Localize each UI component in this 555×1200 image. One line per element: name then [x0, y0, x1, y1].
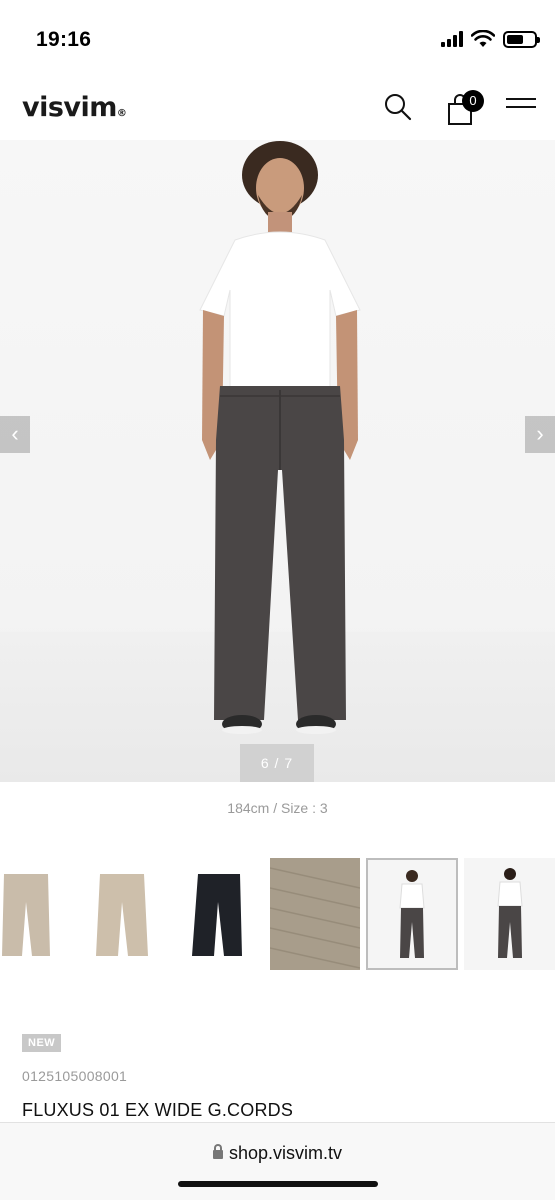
thumbnail-model-back[interactable] — [464, 858, 555, 970]
chevron-left-icon: ‹ — [11, 421, 19, 446]
menu-button[interactable] — [506, 98, 536, 118]
beige-pants-thumbnail — [0, 858, 84, 970]
black-pants-thumbnail — [172, 858, 264, 970]
wifi-icon — [471, 30, 495, 47]
previous-image-button[interactable]: ‹ — [0, 416, 30, 453]
browser-address-bar[interactable]: shop.visvim.tv — [0, 1122, 555, 1200]
thumbnail-beige-front[interactable] — [0, 858, 84, 970]
product-title: FLUXUS 01 EX WIDE G.CORDS — [22, 1100, 294, 1120]
thumbnail-model-front[interactable] — [366, 858, 458, 970]
home-indicator[interactable] — [178, 1181, 378, 1187]
image-counter: 6 / 7 — [240, 744, 314, 782]
thumbnail-fabric[interactable] — [270, 858, 360, 970]
cart-button[interactable]: 0 — [444, 88, 488, 125]
cart-count-badge: 0 — [462, 90, 484, 112]
lock-icon — [212, 1144, 223, 1159]
menu-icon-bar — [506, 98, 536, 100]
battery-icon — [503, 30, 540, 48]
logo-text: visvim — [22, 92, 117, 123]
chevron-right-icon: › — [536, 421, 544, 446]
new-badge: NEW — [22, 1034, 62, 1052]
menu-icon-bar — [506, 106, 536, 108]
status-time: 19:16 — [36, 28, 92, 51]
url-display[interactable]: shop.visvim.tv — [0, 1143, 555, 1164]
next-image-button[interactable]: › — [525, 416, 555, 453]
url-text: shop.visvim.tv — [228, 1143, 343, 1163]
image-caption: 184cm / Size : 3 — [227, 800, 328, 816]
model-photo — [199, 141, 361, 734]
status-bar: 19:16 — [0, 0, 555, 78]
search-icon — [385, 94, 412, 121]
thumbnail-beige-back[interactable] — [76, 858, 168, 970]
search-button[interactable] — [383, 92, 413, 122]
thumbnail-strip — [0, 858, 555, 972]
model-back-thumbnail — [464, 858, 555, 970]
cellular-signal-icon — [441, 31, 463, 47]
model-front-thumbnail — [368, 860, 456, 968]
thumbnail-black[interactable] — [172, 858, 264, 970]
product-sku: 0125105008001 — [22, 1068, 128, 1084]
logo-mark: ® — [116, 108, 127, 119]
fabric-detail-thumbnail — [270, 858, 360, 970]
site-header: visvim® 0 — [0, 78, 555, 140]
status-icons — [441, 30, 540, 48]
beige-pants-back-thumbnail — [76, 858, 168, 970]
product-image-carousel[interactable]: ‹ › 6 / 7 — [0, 140, 555, 782]
brand-logo[interactable]: visvim® — [22, 92, 127, 123]
